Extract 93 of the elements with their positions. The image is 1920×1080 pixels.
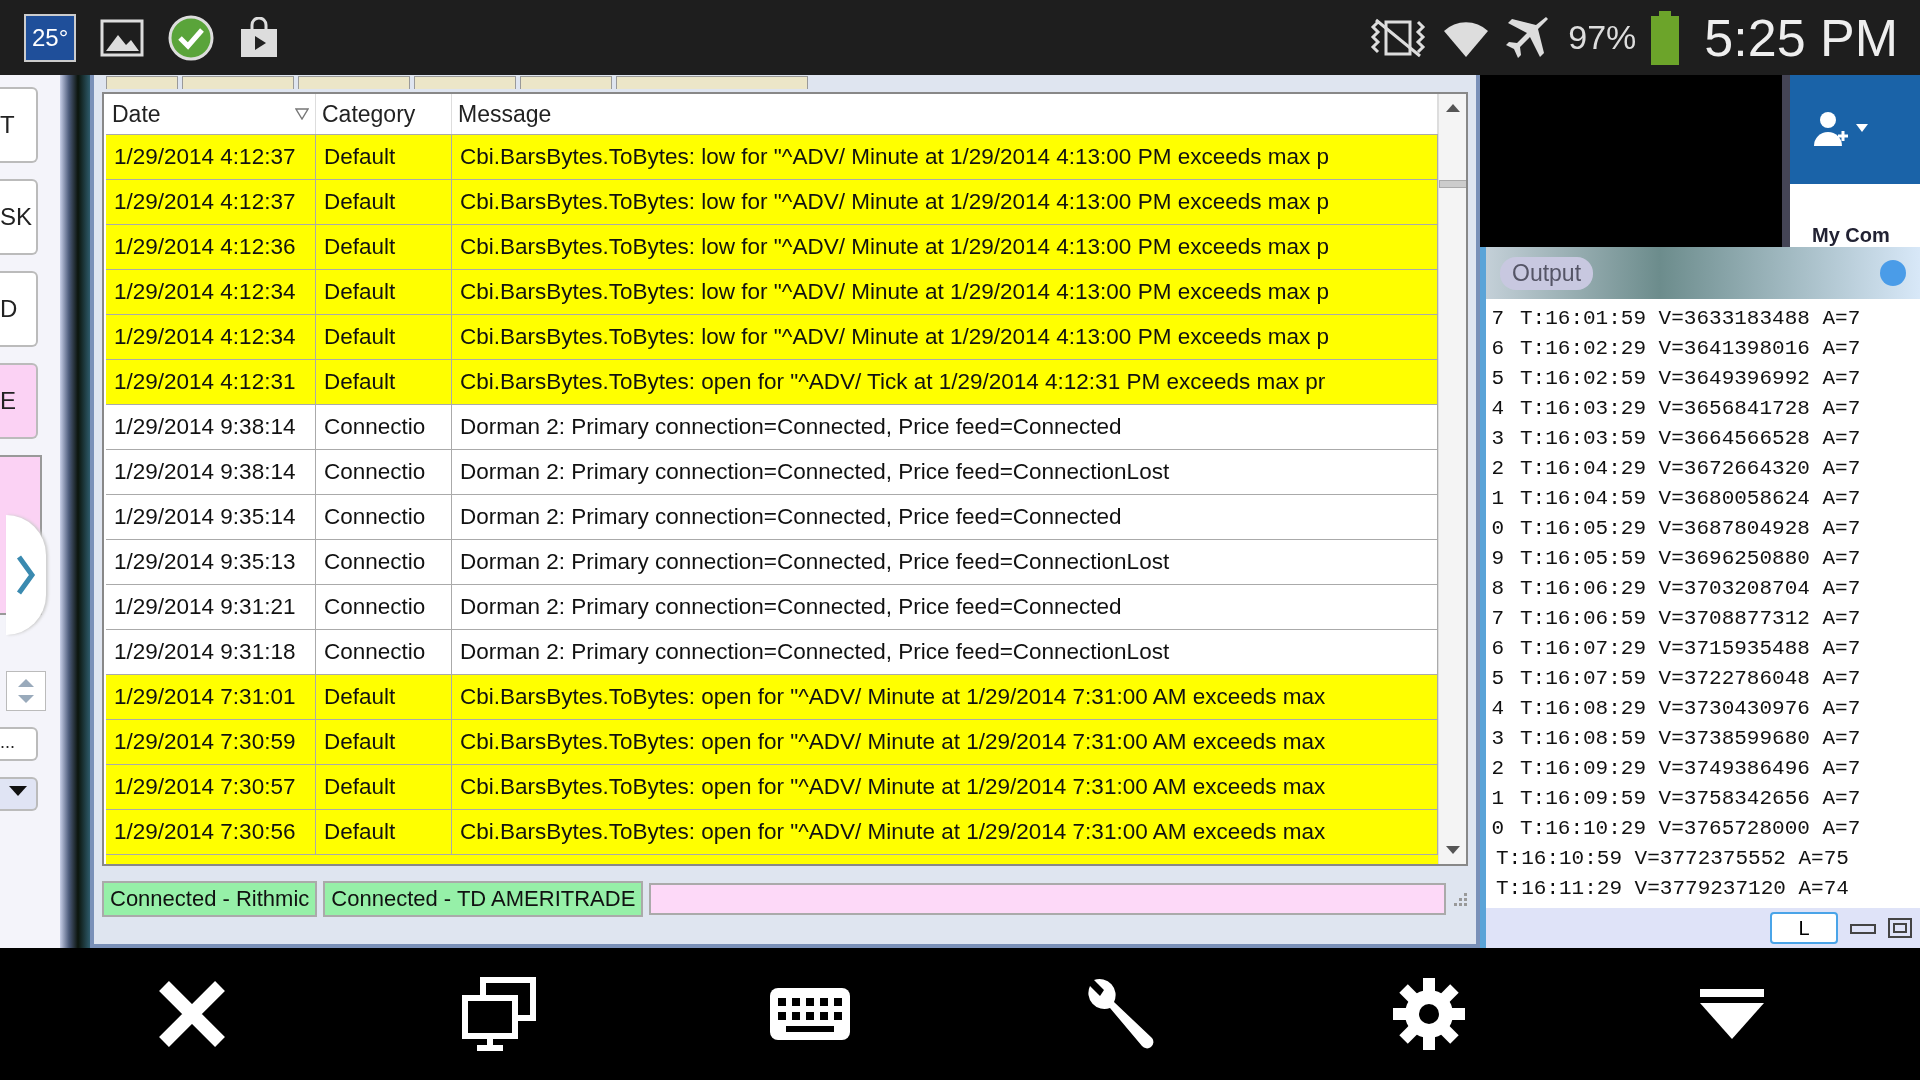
scroll-thumb[interactable] — [1438, 180, 1466, 188]
output-line: T:16:06:59 V=3708877312 A=7 — [1520, 606, 1861, 630]
battery-percent: 97% — [1568, 18, 1637, 57]
log-row[interactable]: 1/29/2014 9:35:13 Connectio Dorman 2: Primary connection=Connected, Price feed=ConnectionLost — [106, 539, 1438, 584]
tab[interactable] — [616, 76, 808, 89]
scroll-up-icon[interactable] — [1445, 102, 1460, 112]
tab[interactable] — [520, 76, 612, 89]
ellipsis-button[interactable]: ... — [0, 727, 38, 761]
side-button[interactable]: E — [0, 363, 38, 439]
tab[interactable] — [106, 76, 178, 89]
output-line: T:16:01:59 V=3633183488 A=7 — [1520, 306, 1861, 330]
line-fragment: 4 — [1490, 396, 1504, 420]
battery-icon — [1650, 10, 1681, 65]
log-row[interactable]: 1/29/2014 7:30:59 Default Cbi.BarsBytes.ToBytes: open for "^ADV/ Minute at 1/29/2014 7:31:00 AM exceeds max — [106, 719, 1438, 764]
log-row[interactable]: 1/29/2014 4:12:34 Default Cbi.BarsBytes.ToBytes: low for "^ADV/ Minute at 1/29/2014 4:13:00 PM exceeds max p — [106, 314, 1438, 359]
output-line: T:16:03:59 V=3664566528 A=7 — [1520, 426, 1861, 450]
tab[interactable] — [414, 76, 516, 89]
log-row[interactable]: 1/29/2014 7:31:01 Default Cbi.BarsBytes.ToBytes: open for "^ADV/ Minute at 1/29/2014 7:31:00 AM exceeds max — [106, 674, 1438, 719]
scrollbar[interactable] — [1438, 94, 1466, 864]
scroll-down-icon[interactable] — [1445, 846, 1460, 856]
line-fragment: 7 — [1490, 306, 1504, 330]
output-line: T:16:07:59 V=3722786048 A=7 — [1520, 666, 1861, 690]
output-line: T:16:02:29 V=3641398016 A=7 — [1520, 336, 1861, 360]
expand-handle[interactable] — [6, 515, 46, 635]
log-row[interactable]: 1/29/2014 9:31:18 Connectio Dorman 2: Primary connection=Connected, Price feed=ConnectionLost — [106, 629, 1438, 674]
collapse-icon[interactable] — [1699, 989, 1764, 1039]
line-fragment: 1 — [1490, 786, 1504, 810]
connection-status: Connected - TD AMERITRADE — [323, 881, 644, 917]
line-fragment: 1 — [1490, 486, 1504, 510]
minimize-icon[interactable] — [1850, 921, 1876, 935]
line-fragment: 6 — [1490, 336, 1504, 360]
log-row[interactable]: 1/29/2014 9:38:14 Connectio Dorman 2: Primary connection=Connected, Price feed=ConnectionLost — [106, 449, 1438, 494]
output-line: T:16:10:29 V=3765728000 A=7 — [1520, 816, 1861, 840]
clock: 5:25 PM — [1704, 7, 1898, 68]
output-line: T:16:11:29 V=3779237120 A=74 — [1496, 876, 1849, 900]
line-fragment: 2 — [1490, 756, 1504, 780]
log-row[interactable]: 1/29/2014 9:38:14 Connectio Dorman 2: Primary connection=Connected, Price feed=Connected — [106, 404, 1438, 449]
output-line: T:16:06:29 V=3703208704 A=7 — [1520, 576, 1861, 600]
line-fragment: 2 — [1490, 456, 1504, 480]
line-fragment: 5 — [1490, 366, 1504, 390]
log-row[interactable]: 1/29/2014 4:12:37 Default Cbi.BarsBytes.ToBytes: low for "^ADV/ Minute at 1/29/2014 4:13:00 PM exceeds max p — [106, 134, 1438, 179]
line-fragment: 3 — [1490, 426, 1504, 450]
log-row[interactable]: 1/29/2014 4:12:37 Default Cbi.BarsBytes.ToBytes: low for "^ADV/ Minute at 1/29/2014 4:13:00 PM exceeds max p — [106, 179, 1438, 224]
image-icon — [100, 18, 145, 57]
log-row[interactable]: 1/29/2014 7:30:56 Default Cbi.BarsBytes.ToBytes: open for "^ADV/ Minute at 1/29/2014 7:31:00 AM exceeds max — [106, 809, 1438, 854]
tab[interactable] — [298, 76, 410, 89]
check-icon — [168, 14, 215, 61]
tab-button[interactable]: L — [1770, 912, 1838, 944]
log-row[interactable]: 1/29/2014 9:31:21 Connectio Dorman 2: Primary connection=Connected, Price feed=Connected — [106, 584, 1438, 629]
status-dot-icon — [1880, 260, 1906, 286]
log-row[interactable]: 1/29/2014 4:12:31 Default Cbi.BarsBytes.ToBytes: open for "^ADV/ Tick at 1/29/2014 4:12:31 PM exceeds max pr — [106, 359, 1438, 404]
screens-icon[interactable] — [461, 976, 537, 1052]
output-title: Output — [1500, 256, 1594, 290]
output-line: T:16:05:59 V=3696250880 A=7 — [1520, 546, 1861, 570]
section-heading: My Com — [1811, 223, 1891, 247]
line-fragment: 7 — [1490, 606, 1504, 630]
output-line: T:16:08:29 V=3730430976 A=7 — [1520, 696, 1861, 720]
output-line: T:16:02:59 V=3649396992 A=7 — [1520, 366, 1861, 390]
line-fragment: 4 — [1490, 696, 1504, 720]
output-line: T:16:08:59 V=3738599680 A=7 — [1520, 726, 1861, 750]
output-line: T:16:09:59 V=3758342656 A=7 — [1520, 786, 1861, 810]
output-line: T:16:10:59 V=3772375552 A=75 — [1496, 846, 1849, 870]
output-line: T:16:05:29 V=3687804928 A=7 — [1520, 516, 1861, 540]
line-fragment: 6 — [1490, 636, 1504, 660]
output-line: T:16:09:29 V=3749386496 A=7 — [1520, 756, 1861, 780]
line-fragment: 8 — [1490, 576, 1504, 600]
spinner-control[interactable] — [6, 671, 46, 711]
tab[interactable] — [182, 76, 294, 89]
output-line: T:16:04:59 V=3680058624 A=7 — [1520, 486, 1861, 510]
filter-icon[interactable] — [295, 108, 309, 120]
side-button[interactable]: D — [0, 271, 38, 347]
output-line: T:16:03:29 V=3656841728 A=7 — [1520, 396, 1861, 420]
line-fragment: 0 — [1490, 816, 1504, 840]
log-row[interactable]: 1/29/2014 4:12:34 Default Cbi.BarsBytes.ToBytes: low for "^ADV/ Minute at 1/29/2014 4:13:00 PM exceeds max p — [106, 269, 1438, 314]
log-row[interactable]: 1/29/2014 7:30:57 Default Cbi.BarsBytes.ToBytes: open for "^ADV/ Minute at 1/29/2014 7:31:00 AM exceeds max — [106, 764, 1438, 809]
log-row[interactable]: 1/29/2014 9:35:14 Connectio Dorman 2: Primary connection=Connected, Price feed=Connected — [106, 494, 1438, 539]
line-fragment: 5 — [1490, 666, 1504, 690]
line-fragment: 3 — [1490, 726, 1504, 750]
window-icon[interactable] — [1888, 918, 1912, 938]
side-button[interactable]: T — [0, 87, 38, 163]
dropdown[interactable] — [0, 777, 38, 811]
keyboard-icon[interactable] — [769, 988, 850, 1040]
caret-icon — [9, 786, 27, 796]
resize-grip-icon[interactable] — [1452, 891, 1468, 907]
log-row[interactable]: 1/29/2014 4:12:36 Default Cbi.BarsBytes.ToBytes: low for "^ADV/ Minute at 1/29/2014 4:13:00 PM exceeds max p — [106, 224, 1438, 269]
connection-status: Connected - Rithmic — [102, 881, 318, 917]
line-fragment: 9 — [1490, 546, 1504, 570]
output-line: T:16:07:29 V=3715935488 A=7 — [1520, 636, 1861, 660]
output-line: T:16:04:29 V=3672664320 A=7 — [1520, 456, 1861, 480]
side-button[interactable]: SK — [0, 179, 38, 255]
settings-icon[interactable] — [1390, 976, 1467, 1052]
line-fragment: 0 — [1490, 516, 1504, 540]
temperature-badge: 25° — [24, 13, 77, 62]
